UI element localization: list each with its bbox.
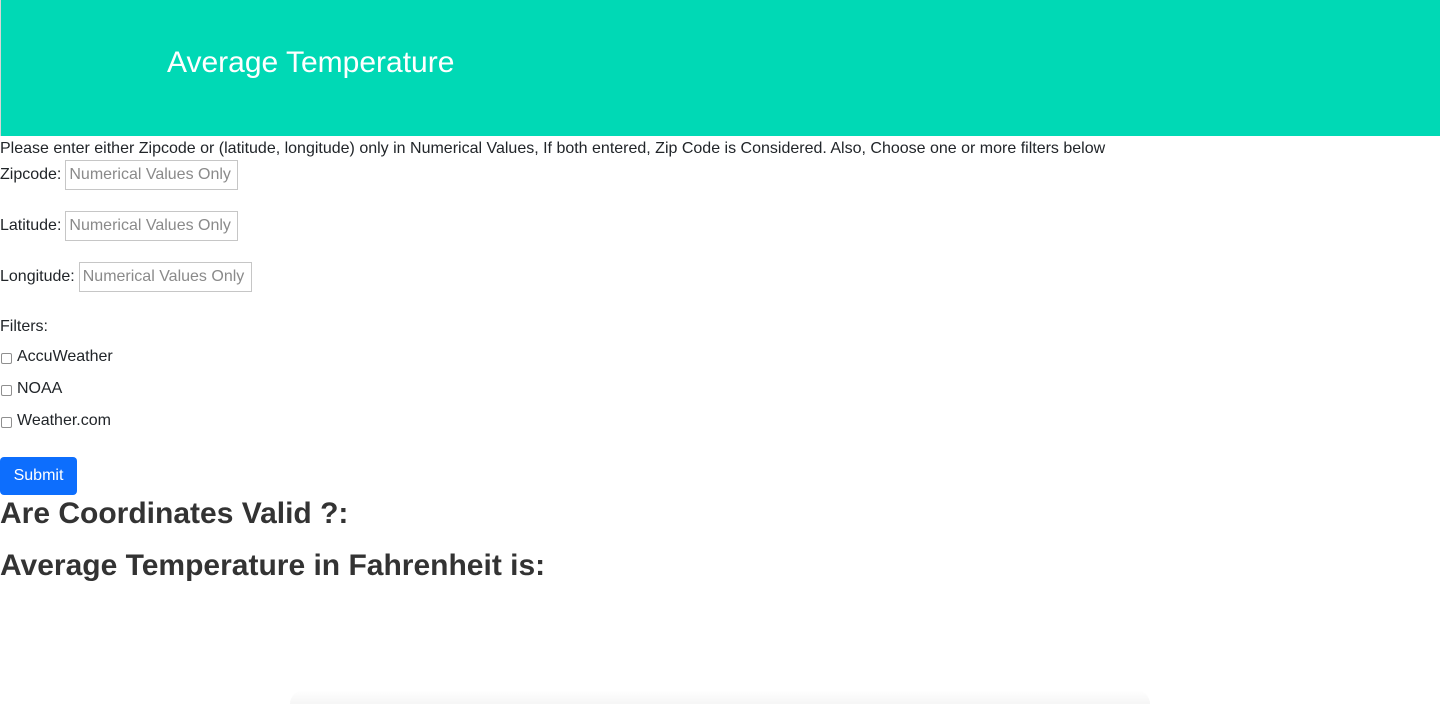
page-header: Average Temperature	[0, 0, 1440, 136]
submit-button[interactable]: Submit	[0, 457, 77, 495]
latitude-input[interactable]	[65, 211, 239, 241]
latitude-label: Latitude:	[0, 217, 62, 234]
accuweather-label: AccuWeather	[17, 348, 113, 365]
weathercom-label: Weather.com	[17, 412, 111, 429]
filter-accuweather[interactable]: AccuWeather	[0, 346, 113, 368]
longitude-input[interactable]	[78, 262, 252, 292]
noaa-label: NOAA	[17, 380, 63, 397]
latitude-row: Latitude:	[0, 211, 239, 241]
weathercom-checkbox[interactable]	[1, 416, 12, 428]
instructions-text: Please enter either Zipcode or (latitude…	[0, 140, 1106, 157]
filters-label: Filters:	[0, 318, 48, 335]
filter-weathercom[interactable]: Weather.com	[0, 410, 111, 432]
average-temperature-heading: Average Temperature in Fahrenheit is:	[0, 549, 546, 582]
bottom-shadow	[290, 690, 1150, 704]
page-title: Average Temperature	[167, 46, 455, 79]
noaa-checkbox[interactable]	[1, 384, 12, 396]
filter-noaa[interactable]: NOAA	[0, 378, 62, 400]
accuweather-checkbox[interactable]	[1, 352, 12, 364]
longitude-label: Longitude:	[0, 268, 75, 285]
longitude-row: Longitude:	[0, 262, 252, 292]
zipcode-row: Zipcode:	[0, 160, 239, 190]
zipcode-input[interactable]	[65, 160, 239, 190]
coordinates-valid-heading: Are Coordinates Valid ?:	[0, 497, 349, 530]
zipcode-label: Zipcode:	[0, 166, 62, 183]
